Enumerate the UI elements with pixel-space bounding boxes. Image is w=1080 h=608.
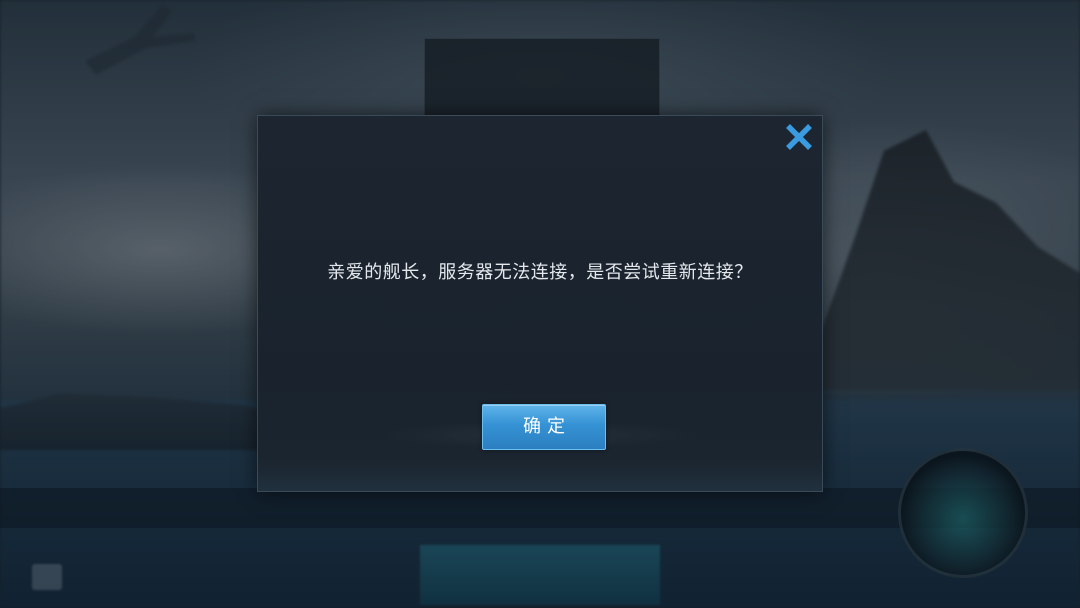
close-icon — [786, 124, 812, 150]
dialog-message: 亲爱的舰长，服务器无法连接，是否尝试重新连接？ — [327, 262, 753, 283]
connection-error-dialog: 亲爱的舰长，服务器无法连接，是否尝试重新连接？ 确定 — [257, 115, 823, 492]
dialog-waterline — [258, 461, 822, 491]
close-button[interactable] — [784, 122, 814, 152]
confirm-button[interactable]: 确定 — [482, 404, 606, 450]
